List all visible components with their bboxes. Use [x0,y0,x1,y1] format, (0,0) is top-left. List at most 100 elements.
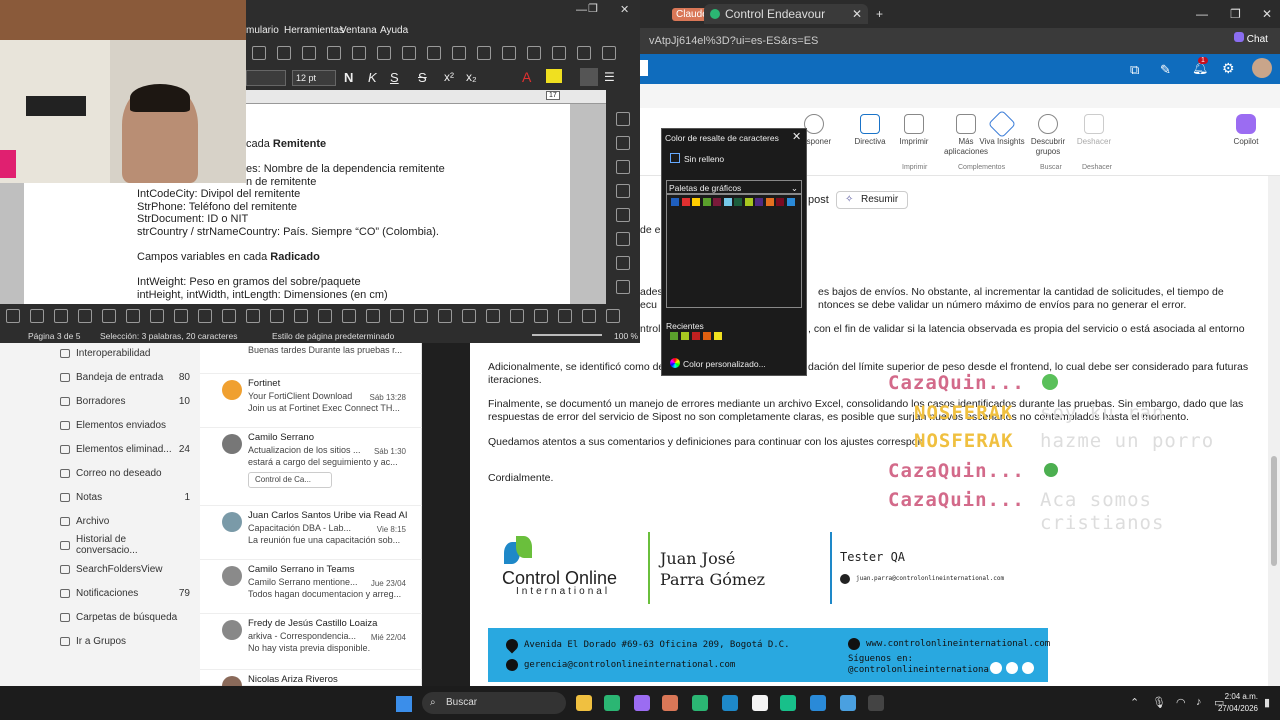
zoom-level[interactable]: 100 % [614,331,638,341]
toolbar-icon[interactable] [558,309,572,323]
avatar[interactable] [1252,58,1272,78]
color-swatch[interactable] [755,198,763,206]
folder-item[interactable]: Ir a Grupos [60,631,190,651]
folder-item[interactable]: Notificaciones 79 [60,583,190,603]
color-swatch[interactable] [681,198,690,206]
viva-insights-button[interactable]: Viva Insights [978,109,1026,147]
recent-color-swatch[interactable] [692,332,700,340]
attachment-chip[interactable]: Control de Ca... [248,472,332,488]
italic-button[interactable]: K [368,70,377,85]
imprimir-button[interactable]: Imprimir [890,114,938,147]
windows-start-icon[interactable] [396,696,412,712]
toolbar-icon[interactable] [78,309,92,323]
toolbar-icon[interactable] [438,309,452,323]
list-item[interactable]: Nicolas Ariza Riveros [200,670,422,696]
folder-item[interactable]: Bandeja de entrada 80 [60,367,190,387]
folder-item[interactable]: Carpetas de búsqueda [60,607,190,627]
list-item[interactable]: Camilo Serrano in Teams Jue 23/04 Camilo S… [200,560,422,614]
toolbar-icon[interactable] [527,46,541,60]
toolbar-icon[interactable] [606,309,620,323]
toolbar-icon[interactable] [150,309,164,323]
sidebar-tool-icon[interactable] [616,184,630,198]
sidebar-tool-icon[interactable] [616,208,630,222]
toolbar-icon[interactable] [30,309,44,323]
toolbar-icon[interactable] [502,46,516,60]
toolbar-icon[interactable] [174,309,188,323]
toolbar-icon[interactable] [327,46,341,60]
toolbar-icon[interactable] [366,309,380,323]
toolbar-icon[interactable] [6,309,20,323]
outlook-icon[interactable] [722,695,738,711]
no-fill-option[interactable]: Sin relleno [684,154,724,164]
vscode-icon[interactable] [810,695,826,711]
sidebar-tool-icon[interactable] [616,160,630,174]
zoom-slider[interactable] [532,334,602,336]
maximize-icon[interactable]: ❐ [588,2,598,15]
recent-color-swatch[interactable] [681,332,689,340]
bold-button[interactable]: N [344,70,353,85]
toolbar-icon[interactable] [582,309,596,323]
toolbar-icon[interactable] [54,309,68,323]
teams-icon[interactable]: ⧉ [1130,62,1139,78]
toolbar-icon[interactable] [252,46,266,60]
maximize-icon[interactable]: ❐ [1224,4,1247,24]
toolbar-icon[interactable] [462,309,476,323]
explorer-icon[interactable] [576,695,592,711]
list-item[interactable]: Camilo Serrano Sáb 1:30 Actualizacion de l… [200,428,422,506]
sidebar-tool-icon[interactable] [616,256,630,270]
recent-color-swatch[interactable] [714,332,722,340]
microphone-icon[interactable]: 🎙︎ [1152,696,1166,709]
color-swatch[interactable] [671,198,679,206]
new-tab-button[interactable]: + [870,4,889,24]
facebook-icon[interactable] [1006,662,1018,674]
list-item[interactable]: Fortinet Sáb 13:28 Your FortiClient Downlo… [200,374,422,428]
toolbar-icon[interactable] [198,309,212,323]
toolbar-icon[interactable] [402,46,416,60]
folder-item[interactable]: Elementos eliminad... 24 [60,439,190,459]
linkedin-icon[interactable] [990,662,1002,674]
folder-item[interactable]: Elementos enviados [60,415,190,435]
highlight-color-button[interactable] [546,69,562,83]
toolbar-icon[interactable] [427,46,441,60]
close-icon[interactable]: ✕ [620,3,629,16]
align-center-button[interactable]: ☰ [604,70,615,84]
scrollbar[interactable] [1268,176,1280,686]
color-swatch[interactable] [786,198,795,206]
toolbar-icon[interactable] [552,46,566,60]
toolbar-icon[interactable] [352,46,366,60]
no-fill-icon[interactable] [670,153,680,163]
toolbar-icon[interactable] [602,46,616,60]
gear-icon[interactable]: ⚙ [1222,60,1235,77]
edge-icon[interactable] [604,695,620,711]
strikethrough-button[interactable]: S [418,70,427,85]
color-swatch[interactable] [734,198,742,206]
color-swatch[interactable] [702,198,711,206]
superscript-button[interactable]: x² [444,70,454,84]
menu-ayuda[interactable]: Ayuda [380,25,408,36]
align-left-button[interactable] [580,68,598,86]
toolbar-icon[interactable] [270,309,284,323]
color-swatch[interactable] [744,198,753,206]
clock-time[interactable]: 2:04 a.m. [1208,692,1258,701]
discover-groups-button[interactable]: Descubrir grupos [1024,114,1072,157]
color-swatch[interactable] [765,198,774,206]
folder-item[interactable]: SearchFoldersView [60,559,190,579]
url-field[interactable]: vAtpJj614el%3D?ui=es-ES&rs=ES [645,31,1075,51]
toolbar-icon[interactable] [477,46,491,60]
font-color-button[interactable]: A [522,69,531,85]
sidebar-tool-icon[interactable] [616,112,630,126]
recent-color-swatch[interactable] [670,332,678,340]
font-size-field[interactable]: 12 pt [292,70,336,86]
palette-select[interactable]: Paletas de gráficos ⌄ [666,180,802,194]
toolbar-icon[interactable] [510,309,524,323]
font-name-field[interactable] [246,70,286,86]
toolbar-icon[interactable] [390,309,404,323]
toolbar-icon[interactable] [246,309,260,323]
folder-item[interactable]: Archivo [60,511,190,531]
clock-date[interactable]: 27/04/2026 [1208,704,1258,713]
terminal-icon[interactable] [868,695,884,711]
notification-icon[interactable]: ▮ [1264,696,1270,709]
chevron-up-icon[interactable]: ⌃ [1130,696,1139,709]
toolbar-icon[interactable] [294,309,308,323]
tab-control-endeavour[interactable]: Control Endeavour ✕ [704,4,868,24]
